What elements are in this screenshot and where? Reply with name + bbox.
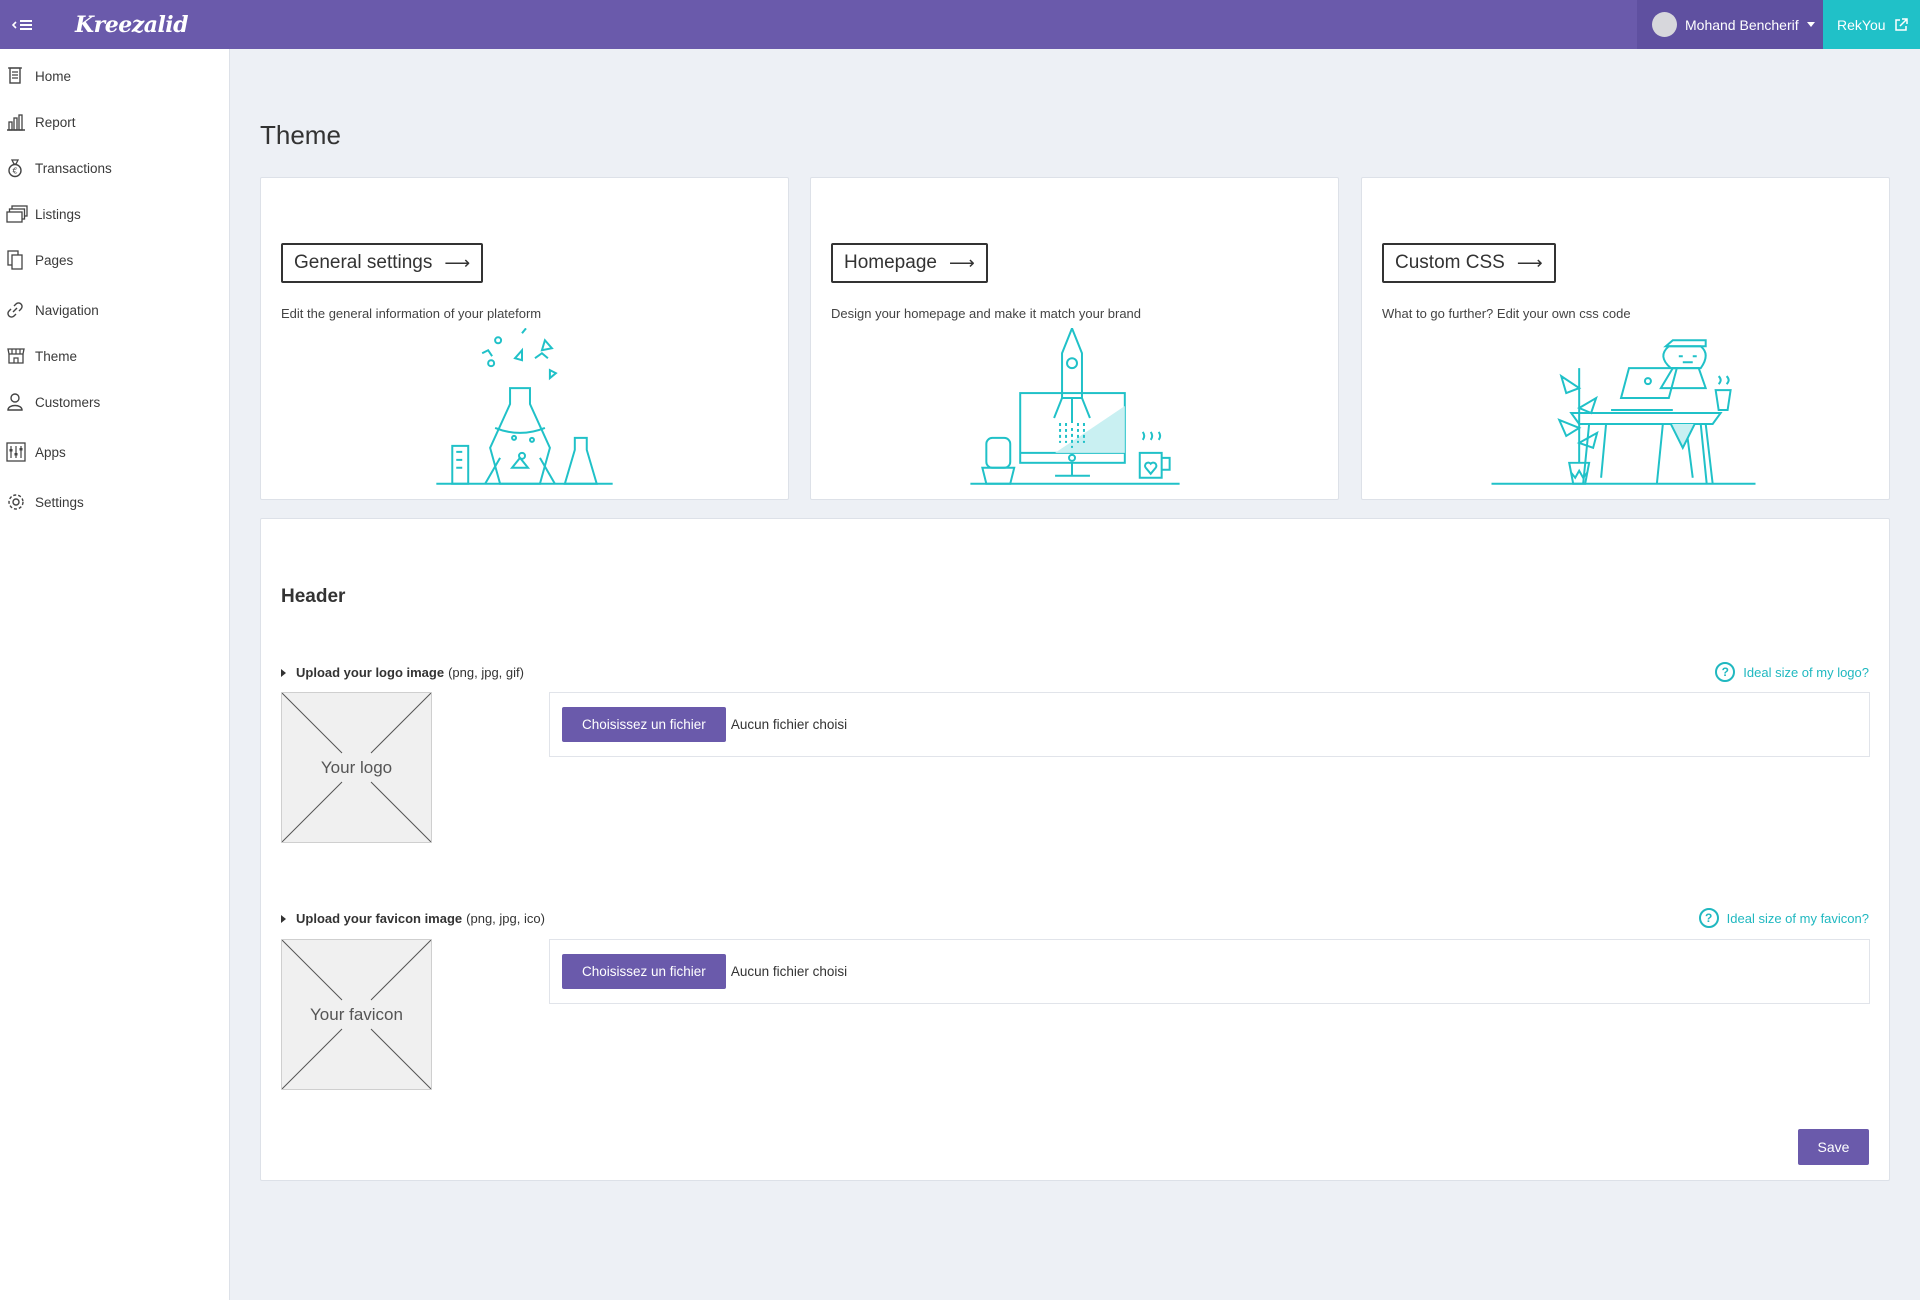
card-description: Design your homepage and make it match y… xyxy=(831,306,1142,321)
sidebar-item-label: Transactions xyxy=(35,160,112,176)
arrow-right-icon: ⟶ xyxy=(444,252,471,273)
card-button-label: Custom CSS xyxy=(1395,252,1505,273)
avatar xyxy=(1652,12,1677,37)
sidebar: Home Report € Transactions Listings Page… xyxy=(0,49,230,1300)
header-settings-panel: Header Upload your logo image (png, jpg,… xyxy=(260,518,1890,1181)
section-title: Header xyxy=(281,586,346,607)
sidebar-item-label: Navigation xyxy=(35,302,99,318)
sidebar-item-label: Report xyxy=(35,114,76,130)
user-name: Mohand Bencherif xyxy=(1685,16,1799,33)
chevron-down-icon xyxy=(1806,22,1815,27)
chemistry-flask-illustration xyxy=(436,328,613,485)
sidebar-item-transactions[interactable]: € Transactions xyxy=(0,153,229,183)
homepage-button[interactable]: Homepage ⟶ xyxy=(831,243,988,283)
sidebar-item-label: Theme xyxy=(35,348,78,364)
caret-right-icon xyxy=(281,914,286,923)
sidebar-item-label: Apps xyxy=(35,444,66,460)
link-icon xyxy=(0,301,35,319)
favicon-formats: (png, jpg, ico) xyxy=(466,911,545,926)
logo-size-help-link[interactable]: ? Ideal size of my logo? xyxy=(1715,662,1869,682)
sidebar-item-report[interactable]: Report xyxy=(0,107,229,137)
favicon-upload-label: Upload your favicon image xyxy=(296,911,463,926)
favicon-choose-file-button[interactable]: Choisissez un fichier xyxy=(562,954,726,989)
logo-placeholder-text: Your logo xyxy=(320,757,393,777)
money-bag-icon: € xyxy=(0,158,35,178)
caret-right-icon xyxy=(281,668,286,677)
save-button[interactable]: Save xyxy=(1798,1129,1869,1165)
external-link-icon xyxy=(1894,17,1908,31)
favicon-file-input: Choisissez un fichier Aucun fichier choi… xyxy=(549,939,1870,1004)
card-button-label: Homepage xyxy=(844,252,937,273)
favicon-placeholder-text: Your favicon xyxy=(310,1004,403,1024)
logo-formats: (png, jpg, gif) xyxy=(448,665,524,680)
report-icon xyxy=(0,112,35,132)
page-title: Theme xyxy=(260,120,341,150)
general-settings-button[interactable]: General settings ⟶ xyxy=(281,243,484,283)
user-menu-dropdown[interactable]: Mohand Bencherif xyxy=(1637,0,1823,49)
help-link-label: Ideal size of my favicon? xyxy=(1726,910,1869,926)
sidebar-item-listings[interactable]: Listings xyxy=(0,199,229,229)
home-icon xyxy=(0,66,35,86)
logo-preview: Your logo xyxy=(281,692,432,843)
custom-css-card: Custom CSS ⟶ What to go further? Edit yo… xyxy=(1361,177,1890,500)
top-bar: Kreezalid Mohand Bencherif RekYou xyxy=(0,0,1920,49)
developer-desk-illustration xyxy=(1491,339,1756,485)
sidebar-item-pages[interactable]: Pages xyxy=(0,245,229,275)
pages-icon xyxy=(0,249,35,271)
help-link-label: Ideal size of my logo? xyxy=(1743,664,1869,680)
logo-file-status: Aucun fichier choisi xyxy=(730,717,848,732)
card-button-label: General settings xyxy=(294,252,433,273)
apps-icon xyxy=(0,442,35,462)
question-icon: ? xyxy=(1698,908,1719,928)
card-description: What to go further? Edit your own css co… xyxy=(1382,306,1631,321)
favicon-preview: Your favicon xyxy=(281,939,432,1090)
brand-logo[interactable]: Kreezalid xyxy=(75,12,189,38)
site-name: RekYou xyxy=(1837,16,1886,33)
favicon-size-help-link[interactable]: ? Ideal size of my favicon? xyxy=(1698,908,1869,928)
collapse-menu-icon xyxy=(12,19,32,30)
favicon-file-status: Aucun fichier choisi xyxy=(730,964,848,979)
theme-icon xyxy=(0,347,35,365)
sidebar-item-label: Pages xyxy=(35,252,74,268)
general-settings-card: General settings ⟶ Edit the general info… xyxy=(260,177,789,500)
favicon-upload-toggle[interactable]: Upload your favicon image (png, jpg, ico… xyxy=(281,911,545,926)
svg-text:€: € xyxy=(13,167,18,176)
sidebar-item-settings[interactable]: Settings xyxy=(0,487,229,517)
rocket-monitor-illustration xyxy=(970,328,1180,485)
logo-upload-label: Upload your logo image xyxy=(296,665,445,680)
sidebar-item-label: Settings xyxy=(35,494,84,510)
sidebar-item-label: Customers xyxy=(35,394,101,410)
sidebar-item-customers[interactable]: Customers xyxy=(0,387,229,417)
sidebar-item-theme[interactable]: Theme xyxy=(0,341,229,371)
card-description: Edit the general information of your pla… xyxy=(281,306,542,321)
sidebar-item-label: Listings xyxy=(35,206,81,222)
homepage-card: Homepage ⟶ Design your homepage and make… xyxy=(810,177,1339,500)
sidebar-item-home[interactable]: Home xyxy=(0,61,229,91)
logo-upload-toggle[interactable]: Upload your logo image (png, jpg, gif) xyxy=(281,665,524,680)
logo-choose-file-button[interactable]: Choisissez un fichier xyxy=(562,707,726,742)
question-icon: ? xyxy=(1715,662,1736,682)
view-site-link[interactable]: RekYou xyxy=(1823,0,1920,49)
listings-icon xyxy=(0,205,35,223)
arrow-right-icon: ⟶ xyxy=(1516,252,1543,273)
arrow-right-icon: ⟶ xyxy=(948,252,975,273)
sidebar-item-label: Home xyxy=(35,68,72,84)
logo-file-input: Choisissez un fichier Aucun fichier choi… xyxy=(549,692,1870,757)
custom-css-button[interactable]: Custom CSS ⟶ xyxy=(1382,243,1556,283)
gear-icon xyxy=(0,492,35,512)
sidebar-item-apps[interactable]: Apps xyxy=(0,437,229,467)
user-icon xyxy=(0,392,35,412)
sidebar-item-navigation[interactable]: Navigation xyxy=(0,295,229,325)
sidebar-toggle-button[interactable] xyxy=(0,0,46,49)
